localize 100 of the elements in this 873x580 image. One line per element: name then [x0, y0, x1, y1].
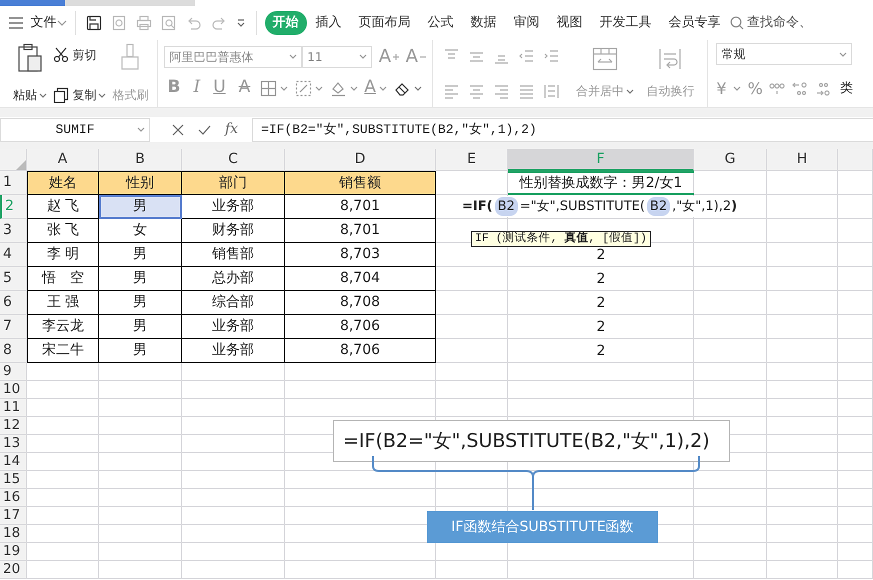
- search-icon[interactable]: [730, 16, 744, 30]
- increase-indent-icon[interactable]: [542, 48, 560, 64]
- row-header[interactable]: 4: [0, 243, 27, 267]
- row-header[interactable]: 19: [0, 543, 27, 561]
- caret-icon[interactable]: [359, 53, 368, 60]
- paste-button[interactable]: 粘贴: [13, 86, 47, 104]
- column-header[interactable]: E: [436, 149, 508, 171]
- column-header[interactable]: B: [99, 149, 182, 171]
- check-icon[interactable]: [198, 124, 211, 136]
- cell-editor[interactable]: =IF( B2 ="女",SUBSTITUTE( B2 ,"女",1),2): [460, 196, 738, 217]
- column-header[interactable]: D: [285, 149, 436, 171]
- font-name-select[interactable]: 阿里巴巴普惠体: [164, 46, 302, 68]
- select-all-button[interactable]: [0, 149, 27, 171]
- caret-icon[interactable]: [39, 92, 47, 98]
- border-icon[interactable]: [260, 80, 278, 96]
- decrease-decimal-icon[interactable]: [814, 80, 830, 97]
- row-header[interactable]: 15: [0, 471, 27, 489]
- row-header[interactable]: 17: [0, 507, 27, 525]
- row-header[interactable]: 18: [0, 525, 27, 543]
- row-header[interactable]: 16: [0, 489, 27, 507]
- cut-button[interactable]: 剪切: [72, 46, 96, 64]
- row-header[interactable]: 11: [0, 399, 27, 417]
- caret-icon[interactable]: [289, 53, 298, 60]
- caret-icon[interactable]: [280, 84, 288, 92]
- save-icon[interactable]: [86, 15, 102, 31]
- menu-icon[interactable]: [8, 16, 24, 30]
- table-cell: 8,704: [285, 267, 436, 291]
- align-right-icon[interactable]: [492, 82, 510, 98]
- thousands-separator-icon[interactable]: [769, 80, 786, 97]
- print-icon[interactable]: [136, 15, 152, 31]
- wrap-text-icon[interactable]: [657, 47, 684, 71]
- font-size-select[interactable]: 11: [302, 46, 372, 68]
- export-icon[interactable]: [110, 15, 126, 31]
- minus-icon[interactable]: [420, 54, 426, 60]
- file-menu[interactable]: 文件: [30, 13, 56, 33]
- row-header[interactable]: 10: [0, 381, 27, 399]
- row-header[interactable]: 12: [0, 417, 27, 435]
- cell-style-label[interactable]: 类: [840, 79, 854, 98]
- chevron-down-icon[interactable]: [56, 19, 66, 27]
- row-header[interactable]: 20: [0, 561, 27, 579]
- fill-cell-icon[interactable]: [294, 80, 312, 96]
- scissors-icon[interactable]: [53, 47, 69, 64]
- align-left-icon[interactable]: [442, 82, 460, 98]
- clipboard-icon[interactable]: [16, 43, 44, 73]
- print-preview-icon[interactable]: [160, 15, 176, 31]
- decrease-indent-icon[interactable]: [518, 48, 535, 64]
- table-cell: 男: [99, 315, 182, 339]
- menu-tab[interactable]: 数据: [462, 11, 504, 35]
- formula-input[interactable]: =IF(B2=″女″,SUBSTITUTE(B2,″女″,1),2): [252, 118, 873, 142]
- caret-icon[interactable]: [733, 85, 742, 92]
- caret-icon[interactable]: [379, 84, 388, 92]
- menu-tab[interactable]: 公式: [420, 11, 462, 35]
- brush-icon[interactable]: [119, 43, 142, 71]
- number-format-select[interactable]: 常规: [716, 43, 852, 65]
- row-header[interactable]: 1: [0, 171, 27, 195]
- caret-icon[interactable]: [839, 50, 848, 58]
- caret-icon[interactable]: [137, 126, 145, 133]
- align-center-icon[interactable]: [468, 82, 485, 98]
- column-header[interactable]: H: [767, 149, 838, 171]
- table-cell: 李 明: [27, 243, 99, 267]
- menu-tab[interactable]: 会员专享: [660, 11, 728, 35]
- formula-callout: =IF(B2="女",SUBSTITUTE(B2,"女",1),2): [333, 420, 730, 462]
- search-field[interactable]: 查找命令、: [746, 13, 812, 33]
- distributed-icon[interactable]: [542, 82, 560, 98]
- column-header[interactable]: G: [694, 149, 767, 171]
- merge-cells-icon[interactable]: [592, 47, 618, 71]
- customize-icon[interactable]: [236, 18, 246, 28]
- caret-icon[interactable]: [315, 84, 324, 92]
- menu-tab[interactable]: 视图: [548, 11, 590, 35]
- row-header[interactable]: 9: [0, 363, 27, 381]
- caret-icon[interactable]: [350, 84, 358, 92]
- row-header[interactable]: 14: [0, 453, 27, 471]
- row-header[interactable]: 5: [0, 267, 27, 291]
- row-header[interactable]: 8: [0, 339, 27, 363]
- menu-tab[interactable]: 插入: [308, 11, 350, 35]
- row-header[interactable]: 3: [0, 219, 27, 243]
- table-cell: 悟 空: [27, 267, 99, 291]
- cancel-icon[interactable]: [172, 124, 184, 136]
- caret-icon[interactable]: [414, 84, 422, 92]
- row-header[interactable]: 7: [0, 315, 27, 339]
- column-header[interactable]: C: [182, 149, 285, 171]
- table-cell: 男: [99, 267, 182, 291]
- row-header[interactable]: 6: [0, 291, 27, 315]
- fill-color-icon[interactable]: [330, 80, 347, 96]
- increase-decimal-icon[interactable]: [792, 80, 808, 97]
- menu-tab[interactable]: 开发工具: [592, 11, 660, 35]
- copy-button[interactable]: 复制: [72, 86, 106, 104]
- caret-icon[interactable]: [98, 92, 106, 98]
- menu-tab[interactable]: 页面布局: [350, 11, 418, 35]
- menu-tab[interactable]: 审阅: [506, 11, 548, 35]
- plus-icon[interactable]: [393, 54, 400, 60]
- undo-icon[interactable]: [186, 16, 202, 30]
- name-box[interactable]: SUMIF: [0, 118, 150, 142]
- justify-icon[interactable]: [518, 82, 535, 98]
- redo-icon[interactable]: [210, 16, 226, 30]
- copy-icon[interactable]: [53, 87, 69, 103]
- column-header[interactable]: A: [27, 149, 99, 171]
- row-header[interactable]: 13: [0, 435, 27, 453]
- table-cell-text: 2: [596, 342, 606, 360]
- insert-function-button[interactable]: fx: [225, 119, 238, 140]
